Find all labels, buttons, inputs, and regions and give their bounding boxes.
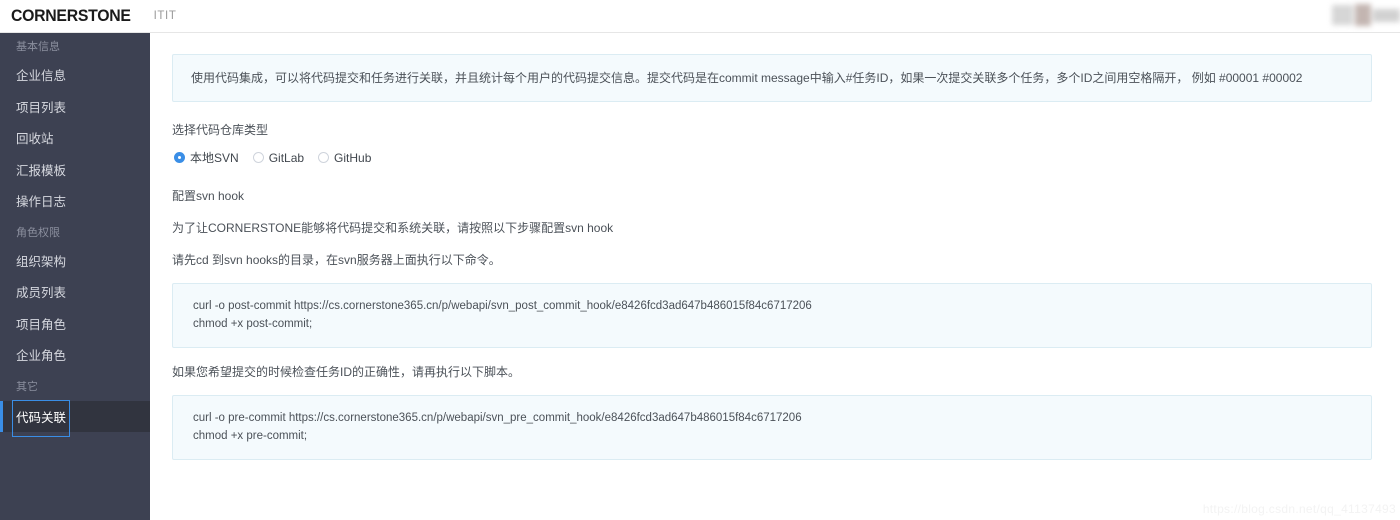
info-banner: 使用代码集成，可以将代码提交和任务进行关联，并且统计每个用户的代码提交信息。提交… bbox=[172, 54, 1372, 102]
radio-icon[interactable] bbox=[252, 152, 264, 163]
radio-label: 本地SVN bbox=[190, 151, 239, 165]
sidebar-group-title-other: 其它 bbox=[16, 380, 38, 393]
hook-intro-text: 为了让CORNERSTONE能够将代码提交和系统关联，请按照以下步骤配置svn … bbox=[172, 221, 614, 235]
redacted-block-2 bbox=[1372, 8, 1400, 22]
sidebar-item-label: 操作日志 bbox=[16, 195, 67, 209]
sidebar-item-label: 企业信息 bbox=[16, 69, 67, 83]
sidebar-item-label: 企业角色 bbox=[16, 349, 67, 363]
radio-option-local-svn[interactable]: 本地SVN bbox=[174, 149, 239, 166]
sidebar-item-code-integration[interactable]: 代码关联 bbox=[0, 399, 150, 437]
sidebar-item-project-list[interactable]: 项目列表 bbox=[0, 93, 150, 125]
sidebar-group-title-roles: 角色权限 bbox=[16, 226, 60, 239]
code-line: curl -o pre-commit https://cs.cornerston… bbox=[193, 412, 802, 424]
post-commit-code-block[interactable]: curl -o post-commit https://cs.cornersto… bbox=[172, 283, 1372, 348]
radio-option-gitlab[interactable]: GitLab bbox=[252, 150, 305, 165]
radio-label: GitLab bbox=[268, 150, 305, 165]
top-header: CORNERSTONE ITIT bbox=[0, 0, 1400, 33]
sidebar-item-org-structure[interactable]: 组织架构 bbox=[0, 247, 150, 279]
repo-type-label: 选择代码仓库类型 bbox=[172, 123, 269, 137]
user-account-area[interactable] bbox=[1332, 4, 1400, 26]
sidebar-item-project-role[interactable]: 项目角色 bbox=[0, 310, 150, 342]
pre-commit-code-block[interactable]: curl -o pre-commit https://cs.cornerston… bbox=[172, 395, 1372, 460]
radio-icon[interactable] bbox=[174, 152, 185, 163]
sidebar: 基本信息 企业信息 项目列表 回收站 汇报模板 操作日志 角色权限 组织架构 成… bbox=[0, 33, 150, 520]
code-line: chmod +x pre-commit; bbox=[193, 430, 308, 442]
sidebar-item-company-info[interactable]: 企业信息 bbox=[0, 61, 150, 93]
sidebar-item-label: 成员列表 bbox=[16, 286, 67, 300]
radio-option-github[interactable]: GitHub bbox=[318, 151, 371, 165]
sidebar-item-label: 项目列表 bbox=[16, 100, 67, 115]
app-root: CORNERSTONE ITIT 基本信息 企业信息 项目列表 回收站 汇报模板 bbox=[0, 0, 1400, 520]
redacted-block-1 bbox=[1332, 5, 1354, 25]
sidebar-item-operation-log[interactable]: 操作日志 bbox=[0, 187, 150, 219]
avatar[interactable] bbox=[1355, 4, 1371, 26]
watermark: https://blog.csdn.net/qq_41137493 bbox=[1202, 502, 1396, 516]
hook-section-title: 配置svn hook bbox=[172, 189, 245, 203]
radio-label: GitHub bbox=[334, 150, 372, 165]
sidebar-group-basic: 基本信息 企业信息 项目列表 回收站 汇报模板 操作日志 bbox=[0, 33, 150, 219]
app-logo[interactable]: CORNERSTONE bbox=[11, 6, 131, 26]
sidebar-item-company-role[interactable]: 企业角色 bbox=[0, 341, 150, 373]
main-content: 使用代码集成，可以将代码提交和任务进行关联，并且统计每个用户的代码提交信息。提交… bbox=[150, 33, 1400, 520]
organization-name: ITIT bbox=[153, 10, 177, 22]
code-line: chmod +x post-commit; bbox=[193, 318, 313, 330]
sidebar-group-other: 其它 代码关联 bbox=[0, 373, 150, 437]
sidebar-group-title-basic: 基本信息 bbox=[16, 41, 60, 53]
sidebar-item-label: 项目角色 bbox=[16, 317, 67, 332]
code-line: curl -o post-commit https://cs.cornersto… bbox=[193, 300, 812, 312]
hook-step-text: 请先cd 到svn hooks的目录，在svn服务器上面执行以下命令。 bbox=[172, 253, 501, 267]
radio-icon[interactable] bbox=[318, 152, 330, 163]
sidebar-item-label: 代码关联 bbox=[11, 399, 71, 437]
sidebar-item-label: 汇报模板 bbox=[16, 163, 67, 178]
sidebar-group-roles: 角色权限 组织架构 成员列表 项目角色 企业角色 bbox=[0, 219, 150, 373]
pre-commit-intro-text: 如果您希望提交的时候检查任务ID的正确性，请再执行以下脚本。 bbox=[172, 365, 521, 379]
sidebar-item-report-template[interactable]: 汇报模板 bbox=[0, 156, 150, 188]
sidebar-item-recycle-bin[interactable]: 回收站 bbox=[0, 124, 150, 156]
sidebar-item-label: 回收站 bbox=[16, 132, 54, 146]
sidebar-item-label: 组织架构 bbox=[16, 254, 67, 269]
repo-type-radio-group[interactable]: 本地SVN GitLab GitHub bbox=[174, 149, 1400, 166]
sidebar-item-member-list[interactable]: 成员列表 bbox=[0, 278, 150, 310]
